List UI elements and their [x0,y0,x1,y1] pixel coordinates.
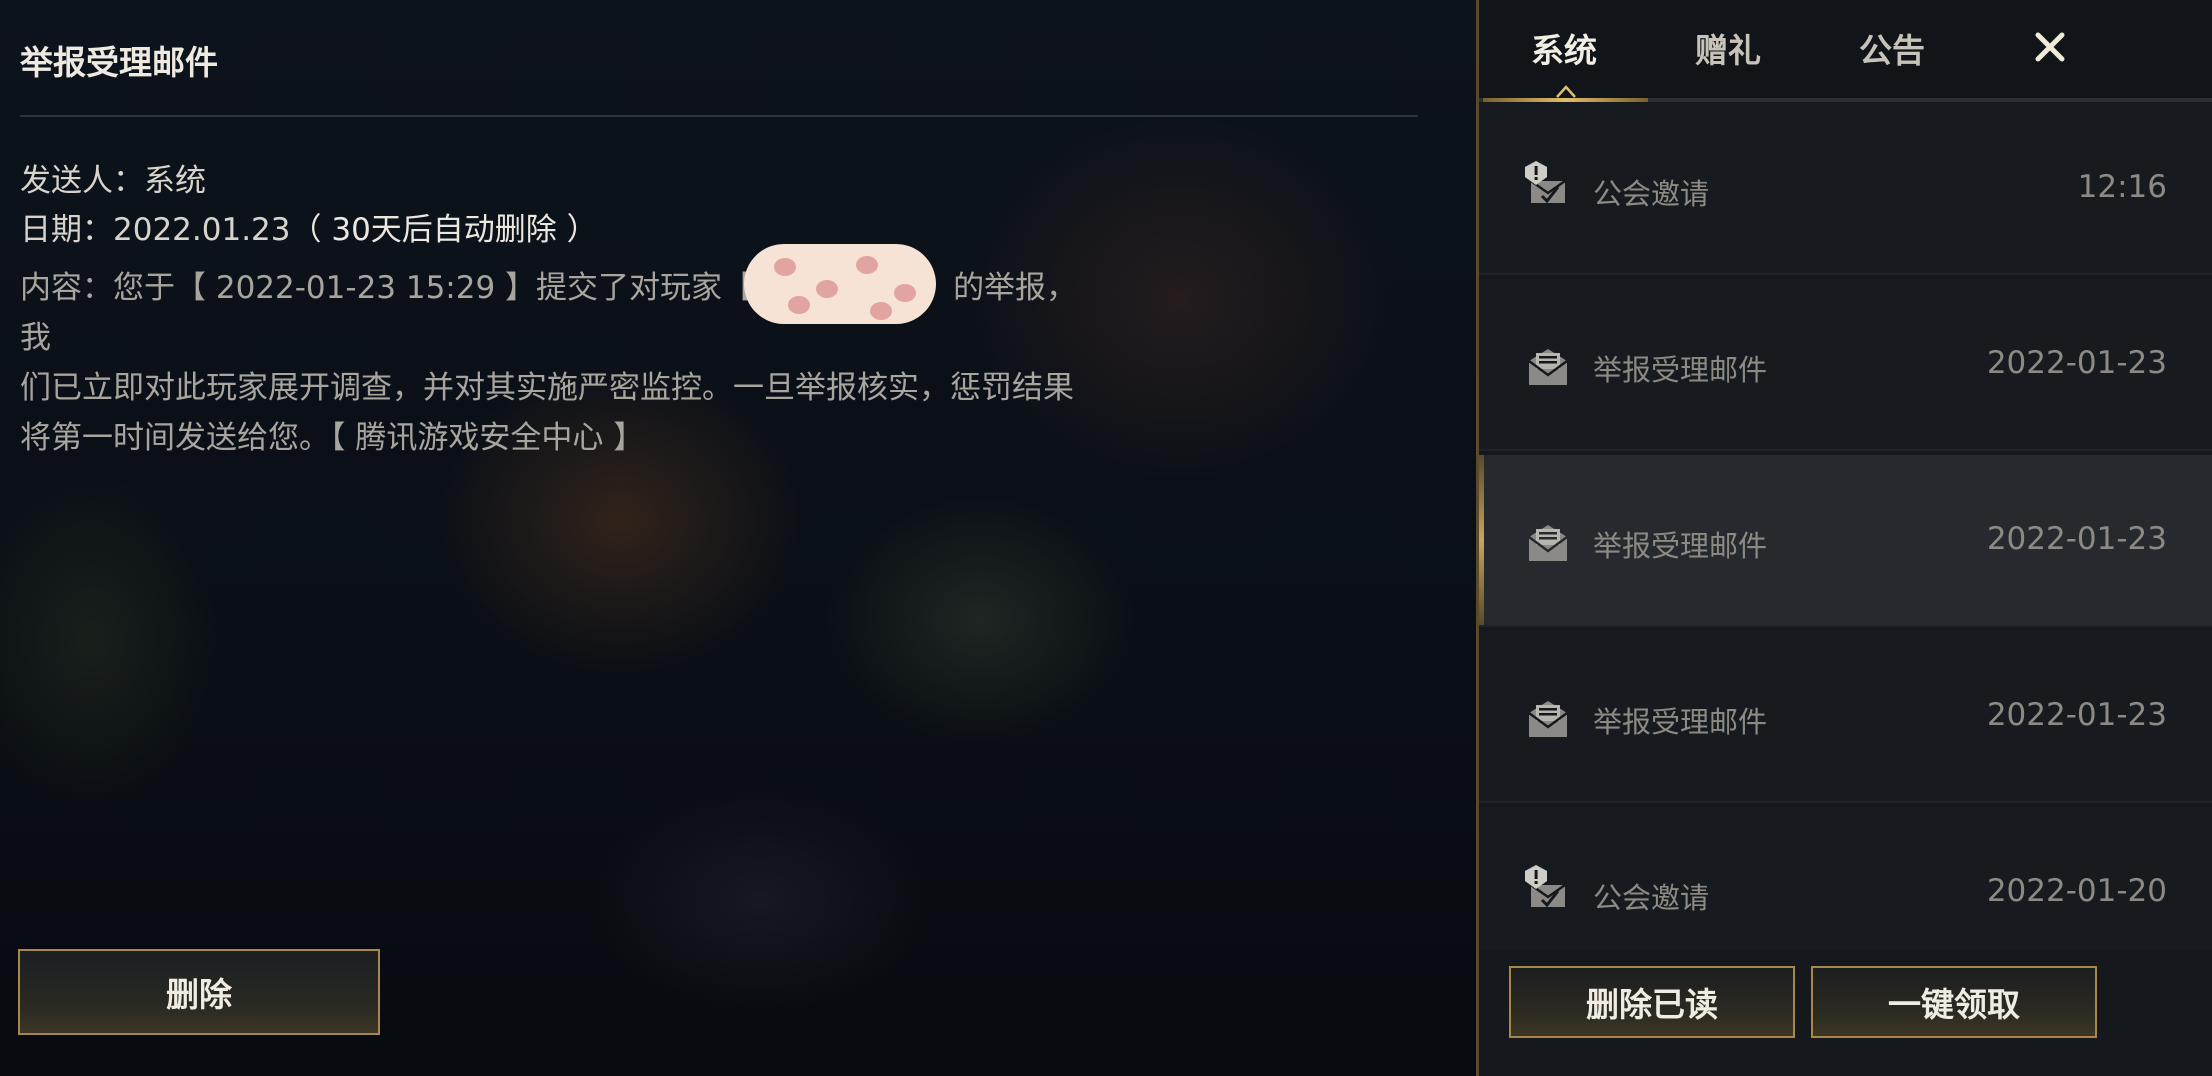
mail-date: 2022-01-23 [1986,345,2167,381]
mail-row[interactable]: 举报受理邮件 2022-01-23 [1479,279,2212,451]
date-label: 日期： [20,212,113,248]
content-line-2: 们已立即对此玩家展开调查，并对其实施严密监控。一旦举报核实，惩罚结果 [20,370,1074,406]
date-line: 日期：2022.01.23（ 30天后自动删除 ） [20,204,598,249]
content-line-1: 内容：您于【 2022-01-23 15:29 】提交了对玩家【 的举报，我 [20,270,1078,356]
mail-date: 2022-01-23 [1986,521,2167,557]
close-icon [2035,32,2065,62]
mail-icon [1528,525,1568,561]
mail-subject: 举报受理邮件 [1593,529,1768,563]
mail-date: 2022-01-20 [1986,873,2167,909]
content-line-3: 将第一时间发送给您。【 腾讯游戏安全中心 】 [20,420,645,456]
tab-system[interactable]: 系统 [1531,24,1597,72]
mail-list-panel: 系统 赠礼 公告 公会邀请 12:16 举报受理邮件 2022-01-23 举报… [1476,0,2212,1076]
title-divider [20,115,1418,117]
mail-icon [1528,349,1568,385]
mail-subject: 举报受理邮件 [1593,705,1768,739]
delete-read-button[interactable]: 删除已读 [1509,966,1795,1038]
mail-row[interactable]: 公会邀请 12:16 [1479,103,2212,275]
sender-line: 发送人：系统 [20,155,206,200]
claim-all-button[interactable]: 一键领取 [1811,966,2097,1038]
mail-subject: 公会邀请 [1593,177,1710,211]
mail-date: 12:16 [2077,169,2167,205]
sender-label: 发送人： [20,163,144,199]
sender-value: 系统 [144,163,206,199]
guild-invite-icon [1525,161,1566,204]
mail-row-selected[interactable]: 举报受理邮件 2022-01-23 [1479,455,2212,627]
date-value: 2022.01.23 [113,212,291,248]
delete-button[interactable]: 删除 [18,949,380,1035]
guild-invite-icon [1525,865,1566,908]
mail-subject: 公会邀请 [1593,881,1710,915]
privacy-sticker [744,244,936,324]
mail-row[interactable]: 举报受理邮件 2022-01-23 [1479,631,2212,803]
caret-up-icon [1556,85,1576,98]
mail-detail-panel: 举报受理邮件 发送人：系统 日期：2022.01.23（ 30天后自动删除 ） … [0,0,1478,1076]
tab-gifts[interactable]: 赠礼 [1695,24,1761,72]
close-button[interactable] [2025,22,2075,72]
mail-content: 内容：您于【 2022-01-23 15:29 】提交了对玩家【 的举报，我 们已… [20,263,1100,463]
active-tab-indicator [1483,98,1648,102]
mail-date: 2022-01-23 [1986,697,2167,733]
tab-announcements[interactable]: 公告 [1859,24,1925,72]
mail-subject: 举报受理邮件 [1593,353,1768,387]
tab-bar: 系统 赠礼 公告 [1479,0,2212,102]
mail-title: 举报受理邮件 [20,43,218,82]
auto-delete-note: （ 30天后自动删除 ） [290,212,598,248]
mail-icon [1528,701,1568,737]
